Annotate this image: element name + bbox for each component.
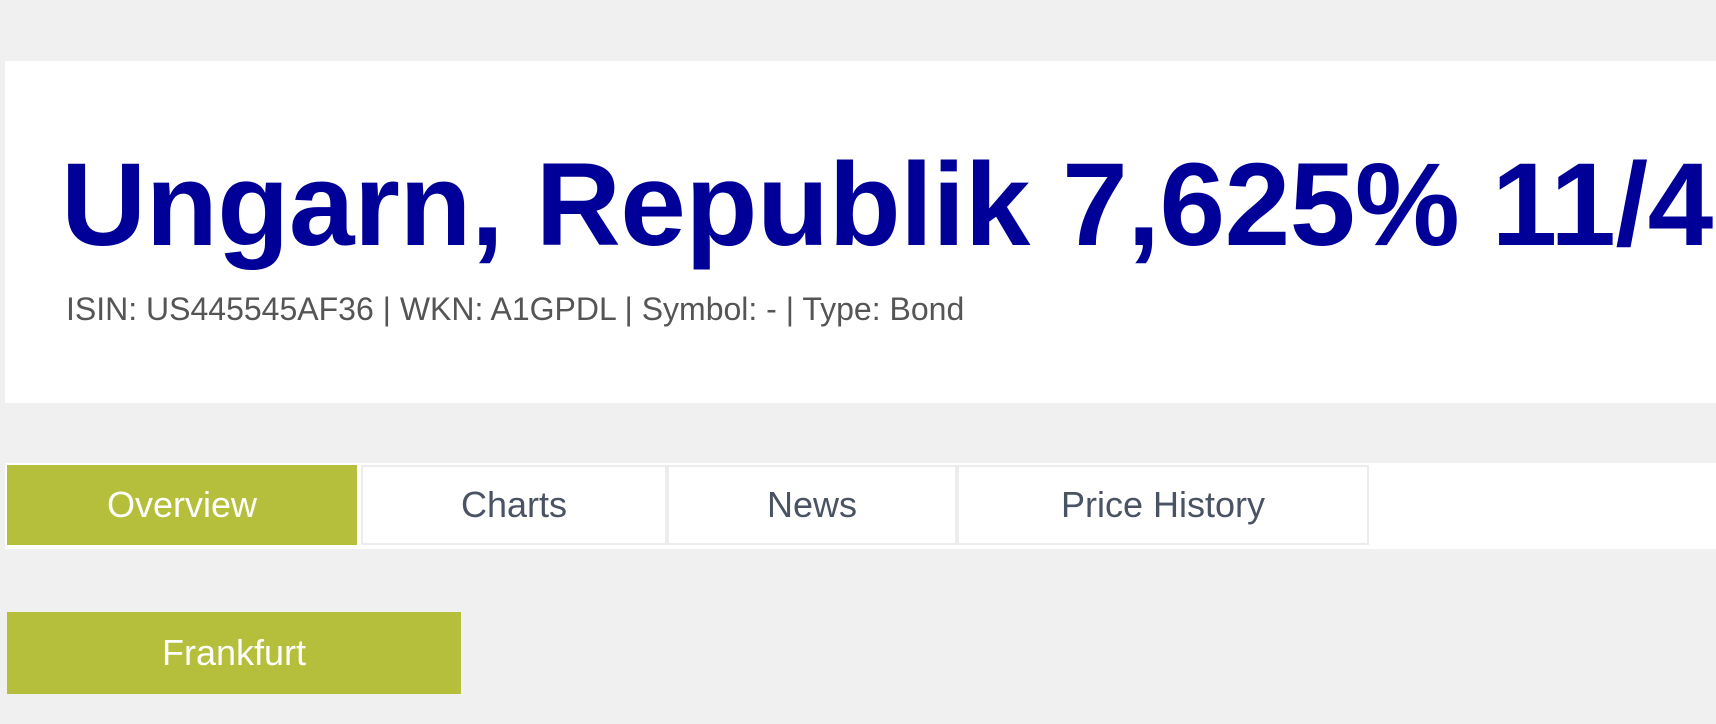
tab-news[interactable]: News [667, 465, 957, 545]
tab-charts[interactable]: Charts [361, 465, 667, 545]
tab-price-history[interactable]: Price History [957, 465, 1369, 545]
security-identifiers: ISIN: US445545AF36 | WKN: A1GPDL | Symbo… [66, 291, 965, 327]
tab-overview[interactable]: Overview [7, 465, 357, 545]
security-title: Ungarn, Republik 7,625% 11/41 [61, 139, 1716, 271]
exchange-button-frankfurt[interactable]: Frankfurt [7, 612, 461, 694]
tab-bar: Overview Charts News Price History [5, 463, 1716, 549]
